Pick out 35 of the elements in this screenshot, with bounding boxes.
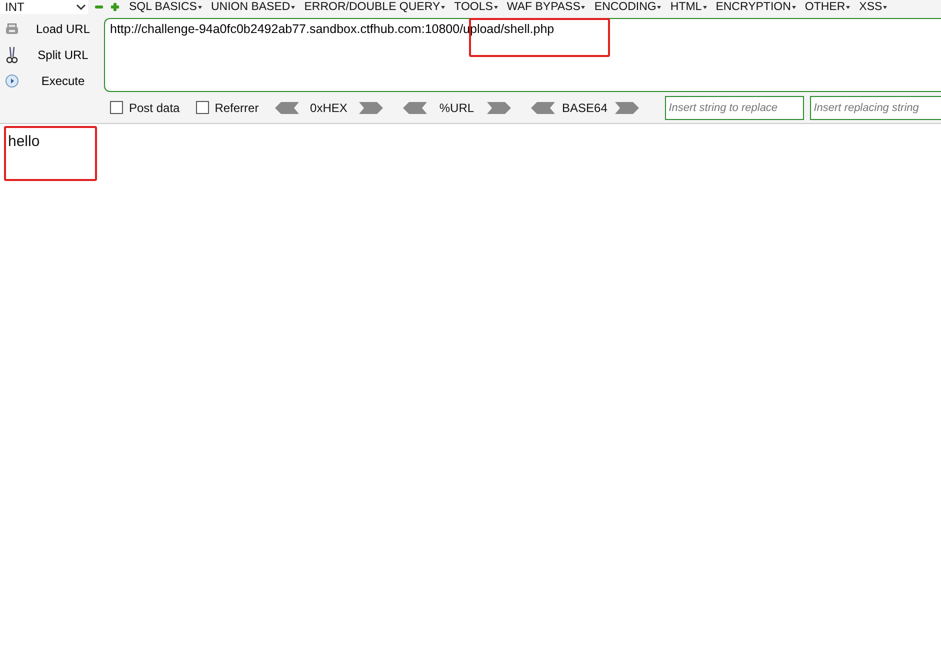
printer-icon	[5, 22, 19, 36]
replace-field[interactable]: Insert replacing string	[810, 96, 941, 120]
action-button[interactable]: Load URL	[19, 22, 99, 36]
menu-item[interactable]: OTHER	[804, 0, 850, 14]
checkbox[interactable]	[196, 101, 209, 114]
play-icon	[5, 74, 19, 88]
chevron-right-icon[interactable]	[486, 102, 511, 114]
chevron-left-icon[interactable]	[274, 102, 299, 114]
scissors-icon	[5, 46, 19, 64]
action-button[interactable]: Split URL	[19, 48, 99, 62]
menu-item[interactable]: SQL BASICS	[129, 0, 202, 14]
checkbox-label: Referrer	[214, 100, 259, 114]
plus-icon[interactable]	[110, 2, 120, 12]
replace-field[interactable]: Insert string to replace	[664, 96, 804, 120]
injection-type-select[interactable]: INT	[0, 0, 88, 14]
chevron-left-icon[interactable]	[402, 102, 427, 114]
menu-item[interactable]: HTML	[670, 0, 707, 14]
menu-item[interactable]: ERROR/DOUBLE QUERY	[304, 0, 446, 14]
encoder-label: BASE64	[561, 100, 608, 114]
encoder-label: 0xHEX	[309, 100, 348, 114]
menu-item[interactable]: ENCODING	[594, 0, 662, 14]
menu-item[interactable]: WAF BYPASS	[506, 0, 586, 14]
menu-item[interactable]: ENCRYPTION	[716, 0, 796, 14]
checkbox[interactable]	[110, 101, 123, 114]
menu-item[interactable]: XSS	[859, 0, 888, 14]
action-button[interactable]: Execute	[19, 74, 99, 88]
page-text: hello	[8, 133, 41, 150]
chevron-down-icon	[76, 3, 86, 11]
menu-item[interactable]: TOOLS	[454, 0, 498, 14]
chevron-left-icon[interactable]	[530, 102, 555, 114]
chevron-right-icon[interactable]	[358, 102, 383, 114]
encoder-label: %URL	[438, 100, 476, 114]
chevron-right-icon[interactable]	[614, 102, 639, 114]
checkbox-label: Post data	[129, 100, 180, 114]
menu-item[interactable]: UNION BASED	[210, 0, 296, 14]
